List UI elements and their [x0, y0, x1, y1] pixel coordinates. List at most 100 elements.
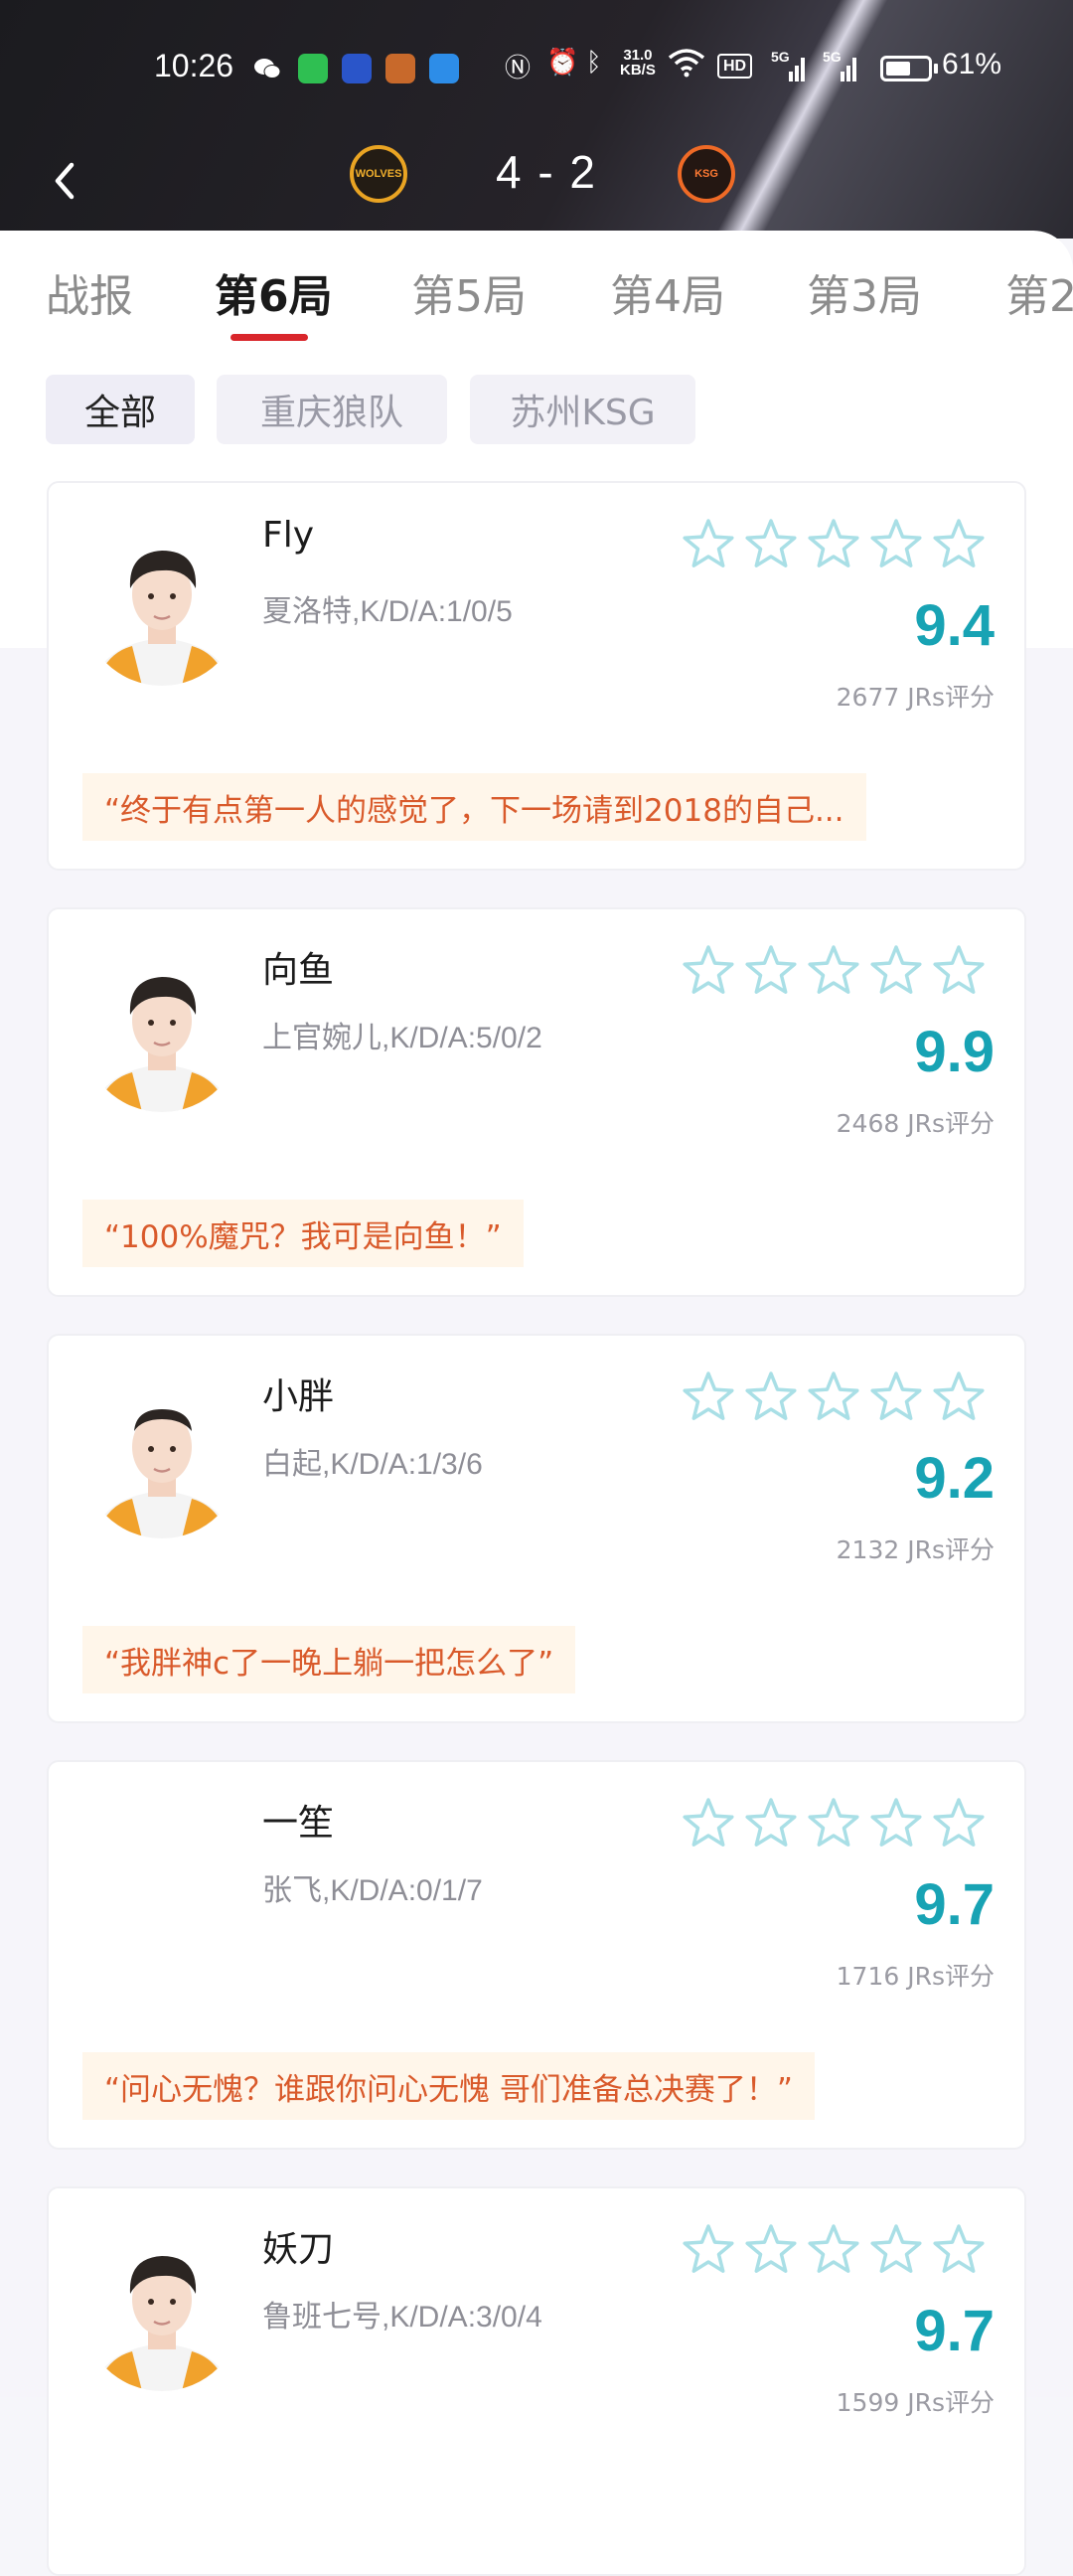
rate-stars[interactable]	[681, 943, 998, 999]
back-button[interactable]	[48, 159, 81, 203]
player-avatar	[82, 527, 241, 686]
star-outline-icon[interactable]	[745, 1798, 797, 1847]
star-outline-icon[interactable]	[933, 2224, 985, 2273]
messages-app-icon	[298, 54, 328, 83]
match-score: 4 - 2	[495, 146, 598, 198]
player-avatar	[82, 953, 241, 1112]
player-card-2[interactable]: 向鱼 上官婉儿,K/D/A:5/0/2 9.9 2468 JRs评分 “100%…	[47, 907, 1026, 1297]
battery-level-fill	[886, 62, 910, 76]
battery-percent: 61%	[942, 48, 1002, 80]
filter-suzhou-ksg[interactable]: 苏州KSG	[470, 375, 695, 444]
star-outline-icon[interactable]	[870, 1371, 922, 1420]
net-speed: 31.0 KB/S	[620, 48, 656, 78]
star-outline-icon[interactable]	[870, 519, 922, 567]
status-bar: 10:26 Ⓝ ⏰ ᛒ 31.0 KB/S HD 5G 5G 61%	[0, 44, 1073, 93]
wifi-icon	[668, 48, 705, 84]
game-app-icon	[385, 54, 415, 83]
star-outline-icon[interactable]	[870, 2224, 922, 2273]
player-rating: 9.7	[914, 1872, 995, 1937]
hero-kda: 鲁班七号,K/D/A:3/0/4	[262, 2301, 542, 2334]
tab-game-5[interactable]: 第5局	[411, 260, 527, 324]
player-rating: 9.7	[914, 2299, 995, 2363]
player-name: 小胖	[262, 1376, 335, 1417]
player-rating: 9.2	[914, 1446, 995, 1511]
rate-stars[interactable]	[681, 517, 998, 572]
rating-count: 1716 JRs评分	[836, 1962, 995, 1991]
star-outline-icon[interactable]	[745, 2224, 797, 2273]
status-time: 10:26	[154, 48, 234, 83]
alarm-icon: ⏰	[546, 48, 579, 78]
bluetooth-icon: ᛒ	[586, 48, 602, 78]
star-outline-icon[interactable]	[683, 1798, 734, 1847]
player-name: 向鱼	[262, 950, 335, 991]
player-card-4[interactable]: 一笙 张飞,K/D/A:0/1/7 9.7 1716 JRs评分 “问心无愧？谁…	[47, 1760, 1026, 2150]
star-outline-icon[interactable]	[933, 945, 985, 994]
hero-kda: 张飞,K/D/A:0/1/7	[262, 1874, 483, 1907]
player-avatar	[82, 1379, 241, 1538]
chevron-left-icon	[55, 162, 75, 200]
hd-badge: HD	[717, 54, 753, 79]
star-outline-icon[interactable]	[745, 519, 797, 567]
battery-icon	[880, 56, 932, 81]
star-outline-icon[interactable]	[808, 1371, 859, 1420]
game-tabs: 战报 第6局 第5局 第4局 第3局 第2	[0, 231, 1073, 350]
star-outline-icon[interactable]	[808, 519, 859, 567]
rating-count: 2468 JRs评分	[836, 1109, 995, 1138]
star-outline-icon[interactable]	[683, 2224, 734, 2273]
star-outline-icon[interactable]	[870, 1798, 922, 1847]
nfc-icon: Ⓝ	[505, 54, 532, 83]
rating-count: 2677 JRs评分	[836, 683, 995, 712]
filter-chongqing-wolves[interactable]: 重庆狼队	[217, 375, 447, 444]
filter-all[interactable]: 全部	[46, 375, 195, 444]
player-rating: 9.9	[914, 1020, 995, 1084]
signal-2-icon	[827, 54, 860, 88]
star-outline-icon[interactable]	[933, 1371, 985, 1420]
tab-game-2[interactable]: 第2	[1005, 260, 1073, 324]
star-outline-icon[interactable]	[870, 945, 922, 994]
star-outline-icon[interactable]	[683, 519, 734, 567]
player-quote[interactable]: “我胖神c了一晚上躺一把怎么了”	[82, 1626, 576, 1693]
star-outline-icon[interactable]	[933, 1798, 985, 1847]
player-card-1[interactable]: Fly 夏洛特,K/D/A:1/0/5 9.4 2677 JRs评分 “终于有点…	[47, 481, 1026, 871]
player-rating: 9.4	[914, 593, 995, 658]
tab-game-3[interactable]: 第3局	[807, 260, 922, 324]
calendar-app-icon	[342, 54, 372, 83]
battery-tip	[934, 64, 938, 74]
rate-stars[interactable]	[681, 1796, 998, 1852]
rate-stars[interactable]	[681, 1369, 998, 1425]
star-outline-icon[interactable]	[745, 1371, 797, 1420]
wechat-icon	[252, 54, 282, 83]
tab-game-6[interactable]: 第6局	[215, 260, 333, 324]
hero-kda: 夏洛特,K/D/A:1/0/5	[262, 595, 513, 628]
star-outline-icon[interactable]	[683, 945, 734, 994]
team-filter: 全部 重庆狼队 苏州KSG	[0, 375, 1073, 446]
player-name: 一笙	[262, 1803, 335, 1844]
player-quote[interactable]: “100%魔咒？我可是向鱼！”	[82, 1200, 524, 1267]
star-outline-icon[interactable]	[808, 1798, 859, 1847]
tab-game-4[interactable]: 第4局	[610, 260, 725, 324]
player-avatar	[82, 2232, 241, 2391]
active-tab-indicator	[230, 334, 308, 341]
player-avatar	[82, 1806, 241, 1965]
star-outline-icon[interactable]	[808, 945, 859, 994]
match-header: 10:26 Ⓝ ⏰ ᛒ 31.0 KB/S HD 5G 5G 61% WOLVE…	[0, 0, 1073, 239]
tab-report[interactable]: 战报	[46, 260, 133, 324]
hero-kda: 白起,K/D/A:1/3/6	[262, 1448, 483, 1481]
star-outline-icon[interactable]	[808, 2224, 859, 2273]
team-logo-ksg[interactable]: KSG	[678, 145, 735, 203]
star-outline-icon[interactable]	[683, 1371, 734, 1420]
player-name: Fly	[262, 515, 315, 556]
player-quote[interactable]: “终于有点第一人的感觉了，下一场请到2018的自己...	[82, 773, 866, 841]
player-card-5[interactable]: 妖刀 鲁班七号,K/D/A:3/0/4 9.7 1599 JRs评分	[47, 2186, 1026, 2576]
player-card-3[interactable]: 小胖 白起,K/D/A:1/3/6 9.2 2132 JRs评分 “我胖神c了一…	[47, 1334, 1026, 1723]
team-logo-wolves[interactable]: WOLVES	[350, 145, 407, 203]
star-outline-icon[interactable]	[933, 519, 985, 567]
player-name: 妖刀	[262, 2229, 335, 2270]
star-outline-icon[interactable]	[745, 945, 797, 994]
rating-count: 2132 JRs评分	[836, 1535, 995, 1564]
net-speed-unit: KB/S	[620, 62, 656, 79]
team-logo-ksg-text: KSG	[694, 168, 718, 180]
rate-stars[interactable]	[681, 2222, 998, 2278]
player-quote[interactable]: “问心无愧？谁跟你问心无愧 哥们准备总决赛了！”	[82, 2052, 815, 2120]
hero-kda: 上官婉儿,K/D/A:5/0/2	[262, 1022, 542, 1054]
